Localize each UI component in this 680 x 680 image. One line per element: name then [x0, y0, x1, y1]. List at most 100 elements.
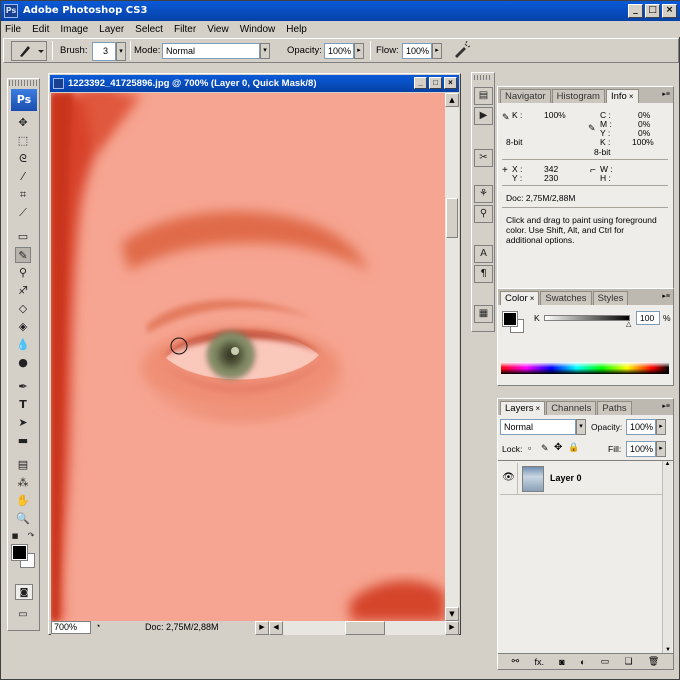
info-panel-menu-icon[interactable]: ▸≡	[662, 90, 670, 98]
menu-window[interactable]: Window	[240, 24, 276, 35]
tab-info-close-icon[interactable]: ×	[629, 92, 634, 101]
tab-styles[interactable]: Styles	[592, 291, 629, 305]
tab-paths[interactable]: Paths	[597, 401, 632, 415]
clone-source-icon[interactable]: ⚲	[474, 205, 493, 223]
quick-mask-button[interactable]: ◙	[15, 584, 33, 600]
move-tool[interactable]: ✥	[15, 115, 31, 131]
opacity-slider-button[interactable]: ▸	[354, 43, 364, 59]
brush-picker-arrow[interactable]: ▾	[116, 42, 126, 61]
layer-opacity-slider-button[interactable]: ▸	[656, 419, 666, 435]
opacity-input[interactable]: 100%	[324, 43, 354, 59]
menu-file[interactable]: File	[5, 24, 21, 35]
group-icon[interactable]: ▭	[601, 656, 610, 667]
path-selection-tool[interactable]: ➤	[15, 415, 31, 431]
character-panel-icon[interactable]: A	[474, 245, 493, 263]
flow-slider-button[interactable]: ▸	[432, 43, 442, 59]
vertical-scroll-thumb[interactable]	[446, 198, 458, 238]
link-icon[interactable]: ⚯	[512, 656, 520, 667]
lock-transparent-icon[interactable]: ▫	[528, 443, 531, 453]
healing-brush-tool[interactable]: ▭	[15, 229, 31, 245]
brush-size-picker[interactable]: 3	[92, 42, 116, 61]
tab-color-close-icon[interactable]: ×	[530, 294, 535, 303]
minimize-button[interactable]: _	[628, 4, 643, 18]
hand-tool[interactable]: ✋	[15, 493, 31, 509]
paragraph-panel-icon[interactable]: ¶	[474, 265, 493, 283]
swap-colors-icon[interactable]: ↷	[26, 531, 36, 541]
doc-minimize-button[interactable]: _	[414, 77, 427, 89]
menu-layer[interactable]: Layer	[99, 24, 124, 35]
dock-grip[interactable]	[474, 75, 492, 80]
blur-tool[interactable]: 💧	[15, 337, 31, 353]
color-k-input[interactable]: 100	[636, 311, 660, 325]
history-panel-icon[interactable]: ▤	[474, 87, 493, 105]
tab-channels[interactable]: Channels	[546, 401, 597, 415]
layers-scrollbar[interactable]: ▲ ▼	[662, 461, 672, 653]
fx-icon[interactable]: fx.	[534, 657, 544, 667]
menu-image[interactable]: Image	[60, 24, 88, 35]
eraser-tool[interactable]: ◇	[15, 301, 31, 317]
zoom-tool[interactable]: 🔍	[15, 511, 31, 527]
menu-help[interactable]: Help	[286, 24, 307, 35]
scroll-left-button[interactable]: ◀	[269, 621, 283, 635]
fill-input[interactable]: 100%	[626, 441, 656, 457]
tab-swatches[interactable]: Swatches	[540, 291, 592, 305]
tab-info[interactable]: Info ×	[605, 89, 639, 103]
tab-color[interactable]: Color ×	[500, 291, 540, 305]
horizontal-scrollbar[interactable]: ◀ ▶	[269, 621, 459, 635]
brush-tool[interactable]: ✎	[15, 247, 31, 263]
paint-bucket-tool[interactable]: ◈	[15, 319, 31, 335]
menu-filter[interactable]: Filter	[174, 24, 196, 35]
lock-all-icon[interactable]: 🔒	[568, 442, 579, 453]
actions-panel-icon[interactable]: ▶	[474, 107, 493, 125]
lock-position-icon[interactable]: ✥	[554, 442, 562, 453]
layers-panel-menu-icon[interactable]: ▸≡	[662, 402, 670, 410]
foreground-color-swatch[interactable]	[11, 544, 28, 561]
rectangle-tool[interactable]: ▬	[15, 433, 31, 449]
document-canvas[interactable]	[51, 93, 445, 621]
layer-comps-icon[interactable]: ▦	[474, 305, 493, 323]
menu-view[interactable]: View	[207, 24, 229, 35]
status-info-arrow[interactable]: ▶	[255, 621, 269, 635]
doc-close-button[interactable]: ×	[444, 77, 457, 89]
mask-icon[interactable]: ◙	[559, 657, 564, 667]
status-menu-icon[interactable]: ◔	[95, 621, 100, 631]
color-spectrum-ramp[interactable]	[501, 362, 669, 374]
scroll-up-button[interactable]: ▲	[445, 93, 459, 107]
tool-preset-picker[interactable]	[11, 41, 47, 61]
mode-select-arrow[interactable]: ▾	[260, 43, 270, 59]
menu-select[interactable]: Select	[135, 24, 163, 35]
layer-row[interactable]: 👁 Layer 0	[500, 463, 662, 495]
tool-presets-icon[interactable]: ✂	[474, 149, 493, 167]
toolbox-grip[interactable]	[9, 80, 38, 86]
adjustment-icon[interactable]: ◐	[580, 657, 585, 667]
tab-histogram[interactable]: Histogram	[551, 89, 605, 103]
lock-image-icon[interactable]: ✎	[541, 443, 549, 454]
close-button[interactable]: ×	[662, 4, 677, 18]
menu-edit[interactable]: Edit	[32, 24, 49, 35]
scroll-right-button[interactable]: ▶	[445, 621, 459, 635]
tab-layers-close-icon[interactable]: ×	[536, 404, 541, 413]
new-layer-icon[interactable]: ❏	[625, 656, 633, 667]
maximize-button[interactable]: □	[645, 4, 660, 18]
layer-name[interactable]: Layer 0	[550, 473, 582, 483]
color-k-slider[interactable]	[544, 315, 630, 321]
dodge-tool[interactable]: ●	[15, 355, 31, 371]
notes-tool[interactable]: ▤	[15, 457, 31, 473]
layers-scroll-up-icon[interactable]: ▲	[663, 461, 672, 467]
brushes-panel-icon[interactable]: ⚘	[474, 185, 493, 203]
tab-layers[interactable]: Layers ×	[500, 401, 546, 415]
layer-visibility-eye-icon[interactable]: 👁	[500, 463, 518, 494]
horizontal-scroll-thumb[interactable]	[345, 621, 385, 635]
fill-slider-button[interactable]: ▸	[656, 441, 666, 457]
vertical-scrollbar[interactable]: ▲ ▼	[445, 93, 459, 621]
screen-mode-button[interactable]: ▭	[15, 607, 31, 623]
color-fg-swatch[interactable]	[502, 311, 518, 327]
scroll-down-button[interactable]: ▼	[445, 607, 459, 621]
eyedropper-tool[interactable]: ⁂	[15, 475, 31, 491]
blend-mode-select[interactable]: Normal	[500, 419, 576, 435]
default-colors-icon[interactable]: ■	[10, 531, 20, 541]
lasso-tool[interactable]: ᘓ	[15, 151, 31, 167]
pen-tool[interactable]: ✒	[15, 379, 31, 395]
color-k-slider-handle[interactable]: △	[626, 320, 631, 328]
airbrush-toggle[interactable]	[452, 40, 472, 60]
